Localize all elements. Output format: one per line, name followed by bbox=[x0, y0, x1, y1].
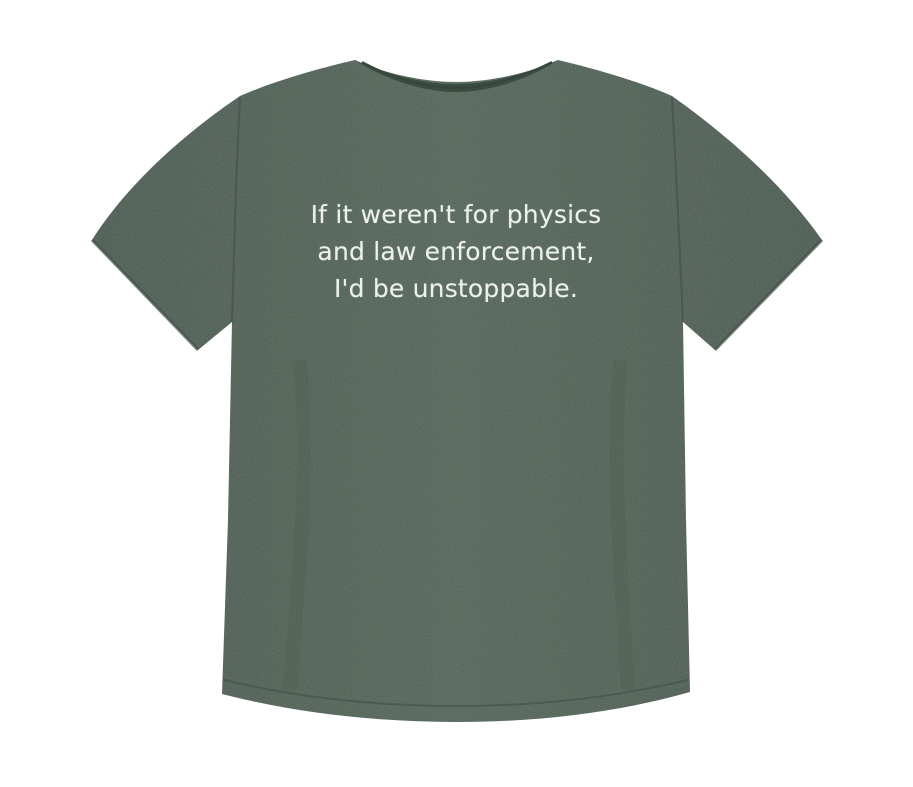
print-line-3: I'd be unstoppable. bbox=[333, 274, 579, 303]
product-photo: If it weren't for physics and law enforc… bbox=[0, 0, 913, 787]
shirt-body bbox=[92, 60, 822, 722]
print-line-1: If it weren't for physics bbox=[310, 200, 602, 229]
print-line-2: and law enforcement, bbox=[317, 237, 595, 266]
shirt-print-text: If it weren't for physics and law enforc… bbox=[256, 196, 656, 307]
t-shirt-image bbox=[90, 60, 824, 722]
